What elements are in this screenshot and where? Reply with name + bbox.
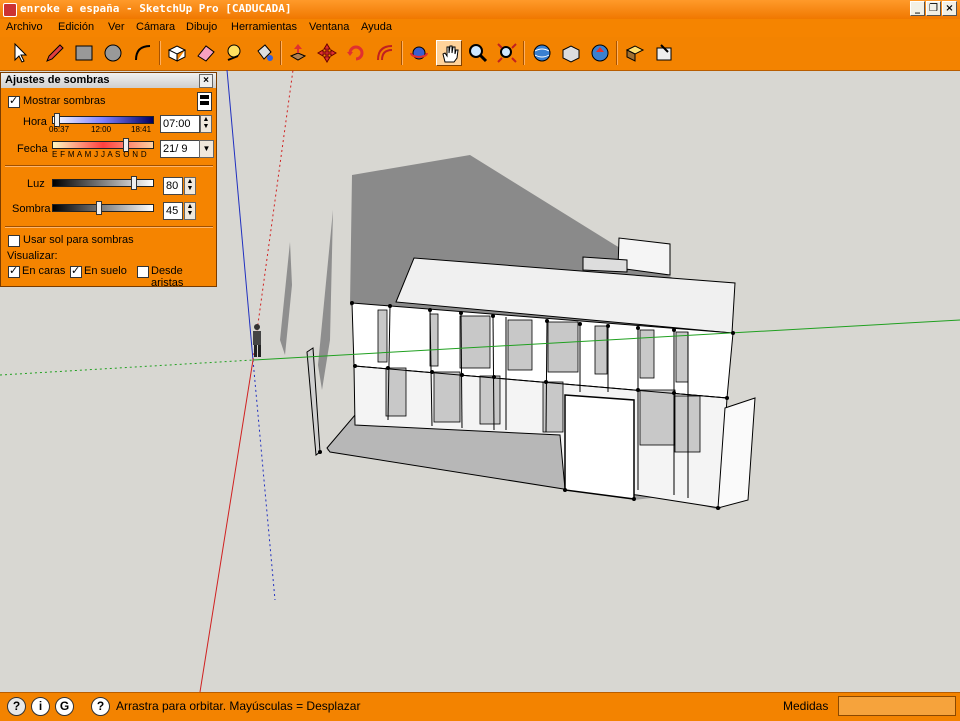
orbit-icon[interactable] <box>406 40 432 66</box>
pan-hand-icon[interactable] <box>436 40 462 66</box>
hora-input[interactable]: 07:00 <box>160 115 200 133</box>
luz-label: Luz <box>27 178 45 190</box>
hora-slider[interactable] <box>52 113 154 127</box>
push-pull-icon[interactable] <box>285 40 311 66</box>
make-component-icon[interactable] <box>164 40 190 66</box>
measures-input[interactable] <box>838 696 956 716</box>
share-model-icon[interactable] <box>558 40 584 66</box>
show-shadows-checkbox[interactable] <box>8 94 20 108</box>
hora-spinner[interactable]: ▲ ▼ <box>200 115 212 133</box>
menu-ventana[interactable]: Ventana <box>309 21 349 33</box>
measures-label: Medidas <box>783 699 829 713</box>
scale-figure <box>253 324 261 357</box>
sombra-input[interactable]: 45 <box>163 202 183 220</box>
hora-start-label: 06:37 <box>49 125 70 134</box>
fecha-input[interactable]: 21/ 9 <box>160 140 200 158</box>
fecha-label: Fecha <box>17 143 48 155</box>
en-caras-label: En caras <box>22 265 66 277</box>
window-title: enroke a españa - SketchUp Pro [CADUCADA… <box>20 2 292 15</box>
credits-icon[interactable]: i <box>31 697 50 716</box>
rectangle-icon[interactable] <box>71 40 97 66</box>
sketchup-app-icon[interactable] <box>3 3 17 17</box>
menu-dibujo[interactable]: Dibujo <box>186 21 217 33</box>
main-toolbar <box>0 37 960 71</box>
fecha-slider[interactable] <box>52 138 154 152</box>
panel-title-bar[interactable]: Ajustes de sombras × <box>1 73 216 88</box>
upload-icon[interactable] <box>587 40 613 66</box>
paint-bucket-icon[interactable] <box>251 40 277 66</box>
sombra-label: Sombra <box>12 203 51 215</box>
close-button[interactable]: × <box>942 1 957 16</box>
move-icon[interactable] <box>314 40 340 66</box>
desde-aristas-label: Desde aristas <box>151 265 184 289</box>
shadow-settings-panel: Ajustes de sombras × Mostrar sombras Hor… <box>0 72 217 289</box>
status-message: Arrastra para orbitar. Mayúsculas = Desp… <box>116 699 361 713</box>
desde-aristas-checkbox[interactable] <box>137 266 149 278</box>
collapse-toggle-button[interactable] <box>197 92 212 111</box>
zoom-extents-icon[interactable] <box>494 40 520 66</box>
pencil-line-icon[interactable] <box>42 40 68 66</box>
blue-axis <box>226 70 254 361</box>
menu-camara[interactable]: Cámara <box>136 21 175 33</box>
menu-ayuda[interactable]: Ayuda <box>361 21 392 33</box>
menu-edicion[interactable]: Edición <box>58 21 94 33</box>
fecha-dropdown-button[interactable]: ▼ <box>199 140 214 158</box>
en-caras-checkbox[interactable] <box>8 264 20 278</box>
menu-ver[interactable]: Ver <box>108 21 125 33</box>
menu-bar: Archivo Edición Ver Cámara Dibujo Herram… <box>0 19 960 37</box>
use-sun-label: Usar sol para sombras <box>23 234 134 246</box>
circle-icon[interactable] <box>100 40 126 66</box>
offset-icon[interactable] <box>372 40 398 66</box>
rotate-icon[interactable] <box>343 40 369 66</box>
use-sun-checkbox[interactable] <box>8 235 20 247</box>
get-models-icon[interactable] <box>529 40 555 66</box>
red-axis <box>199 359 254 692</box>
materials-icon[interactable] <box>651 40 677 66</box>
show-shadows-label: Mostrar sombras <box>23 95 106 107</box>
help-icon[interactable]: ? <box>91 697 110 716</box>
geo-location-icon[interactable]: ? <box>7 697 26 716</box>
panel-close-button[interactable]: × <box>199 74 213 88</box>
hora-mid-label: 12:00 <box>91 125 112 134</box>
title-bar: enroke a españa - SketchUp Pro [CADUCADA… <box>0 0 960 19</box>
minimize-button[interactable]: _ <box>910 1 925 16</box>
menu-archivo[interactable]: Archivo <box>6 21 43 33</box>
hora-label: Hora <box>23 116 47 128</box>
en-suelo-label: En suelo <box>84 265 127 277</box>
status-bar: ? i G ? Arrastra para orbitar. Mayúscula… <box>0 692 960 721</box>
tape-measure-icon[interactable] <box>222 40 248 66</box>
user-account-icon[interactable]: G <box>55 697 74 716</box>
sombra-slider[interactable] <box>52 201 154 215</box>
zoom-icon[interactable] <box>465 40 491 66</box>
panel-title: Ajustes de sombras <box>5 74 110 86</box>
restore-button[interactable]: ❐ <box>926 1 941 16</box>
menu-herramientas[interactable]: Herramientas <box>231 21 297 33</box>
arc-icon[interactable] <box>130 40 156 66</box>
fecha-months-label: E F M A M J J A S O N D <box>52 150 147 159</box>
en-suelo-checkbox[interactable] <box>70 264 82 278</box>
select-arrow-icon[interactable] <box>7 40 33 66</box>
components-icon[interactable] <box>622 40 648 66</box>
hora-end-label: 18:41 <box>131 125 152 134</box>
luz-slider[interactable] <box>52 176 154 190</box>
luz-spinner[interactable]: ▲ ▼ <box>184 177 196 195</box>
visualizar-label: Visualizar: <box>7 250 58 262</box>
eraser-icon[interactable] <box>193 40 219 66</box>
sombra-spinner[interactable]: ▲ ▼ <box>184 202 196 220</box>
luz-input[interactable]: 80 <box>163 177 183 195</box>
